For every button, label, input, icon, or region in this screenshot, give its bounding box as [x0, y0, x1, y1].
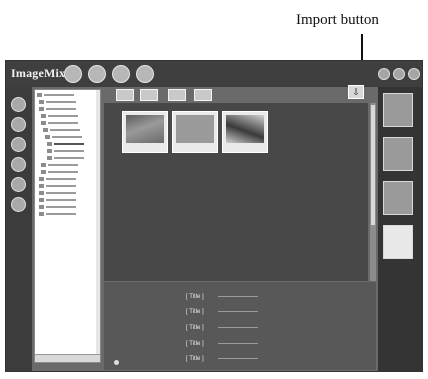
- info-option[interactable]: [114, 360, 121, 366]
- thumbnail-view-button[interactable]: [116, 89, 134, 101]
- mail-icon[interactable]: [11, 197, 26, 212]
- radio-icon: [114, 360, 119, 366]
- thumbnail-label: [126, 145, 164, 150]
- info-field[interactable]: [ Title ]: [186, 323, 257, 333]
- tree-item[interactable]: [39, 211, 76, 217]
- scrollbar-thumb[interactable]: [371, 105, 375, 225]
- tree-item[interactable]: [39, 197, 76, 203]
- print-icon[interactable]: [11, 177, 26, 192]
- cd-mode-button[interactable]: [136, 65, 154, 83]
- tray-item[interactable]: [383, 137, 413, 171]
- info-field[interactable]: [ Title ]: [186, 307, 257, 317]
- thumbnail-image: [126, 115, 164, 143]
- browse-vertical-scrollbar[interactable]: [370, 103, 376, 281]
- tree-item[interactable]: [47, 155, 84, 161]
- browse-toolbar: [104, 87, 374, 103]
- tree-item[interactable]: [41, 120, 78, 126]
- album-mode-button[interactable]: [88, 65, 106, 83]
- tree-item[interactable]: [41, 162, 78, 168]
- tree-item[interactable]: [41, 169, 78, 175]
- tree-item[interactable]: [39, 190, 76, 196]
- folder-tree[interactable]: [34, 89, 101, 363]
- thumbnail-label: [226, 145, 264, 150]
- thumbnail-label: [176, 145, 214, 150]
- preview-view-button[interactable]: [140, 89, 158, 101]
- info-field[interactable]: [ Title ]: [186, 292, 257, 302]
- search-icon[interactable]: [11, 157, 26, 172]
- tree-vertical-scrollbar[interactable]: [96, 90, 100, 355]
- tree-item[interactable]: [37, 92, 74, 98]
- import-button[interactable]: ⇩: [348, 85, 364, 99]
- title-bar: ImageMixer: [6, 61, 422, 87]
- thumbnail-item[interactable]: [172, 111, 218, 153]
- import-icon: ⇩: [352, 87, 360, 97]
- tree-item[interactable]: [39, 106, 76, 112]
- thumbnail-browse-area[interactable]: [104, 103, 368, 281]
- info-field[interactable]: [ Title ]: [186, 339, 257, 349]
- help-icon[interactable]: [393, 68, 405, 80]
- video-mode-button[interactable]: [112, 65, 130, 83]
- tree-item[interactable]: [41, 113, 78, 119]
- edit-icon[interactable]: [11, 137, 26, 152]
- info-icon[interactable]: [11, 117, 26, 132]
- tray-item[interactable]: [383, 93, 413, 127]
- tray-item[interactable]: [383, 181, 413, 215]
- tree-item[interactable]: [39, 204, 76, 210]
- tree-item[interactable]: [39, 183, 76, 189]
- thumbnail-item[interactable]: [222, 111, 268, 153]
- thumbnail-item[interactable]: [122, 111, 168, 153]
- left-tool-strip: [6, 87, 32, 371]
- tree-item[interactable]: [39, 176, 76, 182]
- image-info-panel: [ Title ] [ Title ] [ Title ] [ Title ] …: [104, 282, 376, 370]
- close-icon[interactable]: [408, 68, 420, 80]
- image-tray: [378, 87, 422, 371]
- sort-button[interactable]: [194, 89, 212, 101]
- tray-item[interactable]: [383, 225, 413, 259]
- tree-item-selected[interactable]: [47, 141, 84, 147]
- capture-icon[interactable]: [11, 97, 26, 112]
- thumbnail-image: [226, 115, 264, 143]
- tree-item[interactable]: [45, 134, 82, 140]
- tree-horizontal-scrollbar[interactable]: [35, 354, 100, 362]
- audio-button[interactable]: [168, 89, 186, 101]
- tree-item[interactable]: [43, 127, 80, 133]
- thumbnail-image: [176, 115, 214, 143]
- tree-item[interactable]: [47, 148, 84, 154]
- capture-mode-button[interactable]: [64, 65, 82, 83]
- import-button-caption: Import button: [296, 12, 379, 28]
- info-field[interactable]: [ Title ]: [186, 354, 257, 364]
- tree-item[interactable]: [39, 99, 76, 105]
- imagemixer-window: ImageMixer ⇩ [Title] [Title] [Title…: [5, 60, 423, 372]
- minimize-icon[interactable]: [378, 68, 390, 80]
